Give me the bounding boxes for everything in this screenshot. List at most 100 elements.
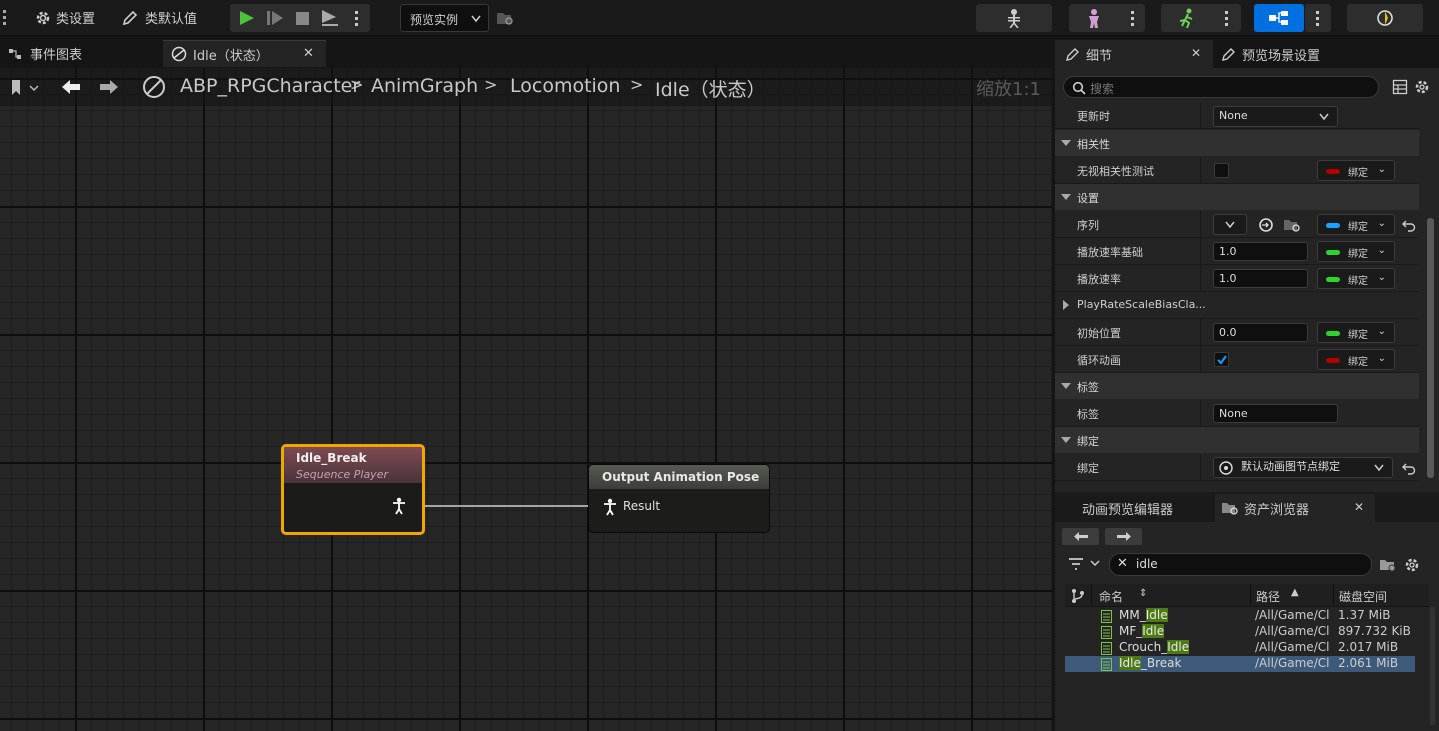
folder-icon[interactable] — [1379, 557, 1397, 573]
pose-input-pin-icon[interactable] — [603, 498, 617, 516]
category-binding[interactable]: 绑定 — [1055, 427, 1419, 453]
tab-event-graph[interactable]: 事件图表 — [8, 40, 82, 67]
running-figure-icon — [1179, 8, 1193, 28]
tab-preview-scene[interactable]: 预览场景设置 — [1217, 40, 1320, 68]
pose-output-pin-icon[interactable] — [392, 497, 406, 515]
asset-row[interactable]: MM_Idle/All/Game/Cl 1.37 MiB — [1065, 608, 1415, 624]
bind-dropdown[interactable]: 绑定 ⌄ — [1317, 322, 1395, 343]
table-view-icon[interactable] — [1392, 79, 1408, 95]
play-icon[interactable] — [238, 10, 256, 26]
column-size-header[interactable]: 磁盘空间 — [1339, 588, 1387, 605]
asset-search-input[interactable]: ✕ idle — [1109, 553, 1372, 576]
property-label: 绑定 — [1077, 462, 1099, 475]
bind-dropdown[interactable]: 绑定 ⌄ — [1317, 160, 1395, 181]
settings-gear-icon[interactable] — [1414, 79, 1430, 95]
start-position-row: 初始位置 0.0 绑定 ⌄ — [1055, 319, 1419, 346]
step-icon[interactable] — [266, 10, 284, 26]
node-subtitle: Sequence Player — [296, 468, 388, 481]
source-control-icon[interactable] — [1071, 588, 1085, 604]
update-dropdown[interactable]: None — [1213, 106, 1338, 127]
physics-mode-button[interactable] — [1347, 4, 1423, 32]
blueprint-mode-button[interactable] — [1254, 4, 1304, 32]
bind-dropdown[interactable]: 绑定 ⌄ — [1317, 349, 1395, 370]
animation-options-icon[interactable] — [1225, 11, 1228, 26]
scale-bias-row[interactable]: PlayRateScaleBiasCla... — [1055, 292, 1419, 319]
asset-row[interactable]: Idle_Break/All/Game/Cl 2.061 MiB — [1065, 656, 1415, 672]
start-position-input[interactable]: 0.0 — [1213, 323, 1308, 342]
browse-asset-icon[interactable] — [1283, 217, 1301, 233]
preview-instance-dropdown[interactable]: 预览实例 — [400, 4, 489, 32]
ignore-relevance-checkbox[interactable] — [1214, 163, 1229, 178]
folder-search-icon — [1222, 503, 1238, 515]
close-tab-icon[interactable]: ✕ — [1191, 46, 1201, 60]
history-forward-button[interactable] — [1105, 528, 1142, 545]
graph-canvas[interactable]: ABP_RPGCharacter > AnimGraph > Locomotio… — [0, 68, 1052, 731]
close-tab-icon[interactable]: ✕ — [1354, 500, 1364, 514]
asset-scrollbar[interactable] — [1430, 607, 1435, 725]
node-title: Output Animation Pose — [602, 470, 760, 484]
wire-layer — [410, 505, 600, 507]
asset-row[interactable]: Crouch_Idle/All/Game/Cl 2.017 MiB — [1065, 640, 1415, 656]
bind-dropdown[interactable]: 绑定 ⌄ — [1317, 268, 1395, 289]
property-label: 播放速率 — [1077, 273, 1121, 286]
asset-name-prefix: MM_ — [1119, 608, 1146, 622]
asset-path: /All/Game/Cl — [1255, 640, 1330, 654]
chevron-down-icon: ⌄ — [1377, 326, 1386, 337]
history-back-button[interactable] — [1062, 528, 1099, 545]
play-controls — [230, 4, 370, 32]
property-label: 播放速率基础 — [1077, 246, 1143, 259]
asset-path: /All/Game/Cl — [1255, 624, 1330, 638]
settings-gear-icon[interactable] — [1404, 557, 1420, 573]
sequence-player-node[interactable]: Idle_Break Sequence Player — [281, 444, 425, 535]
loop-checkbox[interactable] — [1214, 352, 1229, 367]
mesh-options-icon[interactable] — [1131, 11, 1134, 26]
asset-row[interactable]: MF_Idle/All/Game/Cl 897.732 KiB — [1065, 624, 1415, 640]
use-selected-icon[interactable] — [1258, 217, 1274, 233]
bind-dropdown[interactable]: 绑定 ⌄ — [1317, 241, 1395, 262]
skeleton-mode-button[interactable] — [976, 4, 1052, 32]
binding-type-color — [1326, 223, 1340, 228]
class-settings-button[interactable]: 类设置 — [34, 8, 95, 27]
tab-idle-state-label: Idle（状态） — [193, 48, 269, 64]
bind-dropdown[interactable]: 绑定 ⌄ — [1317, 214, 1395, 235]
blueprint-options-button[interactable] — [1305, 4, 1331, 32]
tab-details[interactable]: 细节 ✕ — [1055, 40, 1213, 68]
reset-to-default-icon[interactable] — [1402, 463, 1416, 475]
tab-asset-browser[interactable]: 资产浏览器 ✕ — [1215, 494, 1375, 522]
category-tag[interactable]: 标签 — [1055, 373, 1419, 399]
skeleton-icon — [1008, 9, 1020, 28]
animation-mode-button[interactable] — [1161, 4, 1241, 32]
search-highlight: Idle — [1145, 608, 1168, 622]
reset-to-default-icon[interactable] — [1402, 220, 1416, 232]
column-path-header[interactable]: 路径 — [1256, 588, 1280, 605]
class-defaults-button[interactable]: 类默认值 — [121, 8, 197, 27]
close-tab-icon[interactable]: ✕ — [303, 46, 314, 61]
output-pose-node[interactable]: Output Animation Pose Result — [588, 464, 770, 533]
category-settings[interactable]: 设置 — [1055, 184, 1419, 210]
details-scrollbar[interactable] — [1427, 218, 1434, 478]
property-label: 标签 — [1077, 408, 1099, 421]
asset-size: 1.37 MiB — [1338, 608, 1391, 622]
pin-label: Result — [623, 499, 661, 513]
play-rate-basis-input[interactable]: 1.0 — [1213, 242, 1308, 261]
category-relevance[interactable]: 相关性 — [1055, 130, 1419, 156]
folder-search-icon[interactable] — [496, 10, 514, 26]
stop-icon[interactable] — [294, 10, 310, 26]
column-name-header[interactable]: 命名 — [1099, 588, 1123, 605]
tab-anim-preview-editor[interactable]: 动画预览编辑器 — [1082, 494, 1173, 522]
toolbar-grip-icon[interactable] — [3, 10, 6, 26]
collapse-arrow-icon — [1061, 194, 1071, 200]
eject-icon[interactable] — [320, 9, 340, 27]
mesh-mode-button[interactable] — [1069, 4, 1145, 32]
filter-icon[interactable] — [1068, 557, 1104, 571]
tab-idle-state[interactable]: Idle（状态） ✕ — [163, 40, 326, 67]
asset-path: /All/Game/Cl — [1255, 608, 1330, 622]
tag-input[interactable]: None — [1213, 404, 1338, 423]
tab-label: 动画预览编辑器 — [1082, 502, 1174, 518]
sequence-dropdown[interactable] — [1213, 214, 1247, 235]
details-search-input[interactable]: 搜索 — [1063, 76, 1379, 98]
binding-dropdown[interactable]: 默认动画图节点绑定 — [1213, 457, 1393, 478]
play-rate-input[interactable]: 1.0 — [1213, 269, 1308, 288]
play-options-icon[interactable] — [355, 11, 358, 26]
clear-search-icon[interactable]: ✕ — [1117, 556, 1128, 571]
